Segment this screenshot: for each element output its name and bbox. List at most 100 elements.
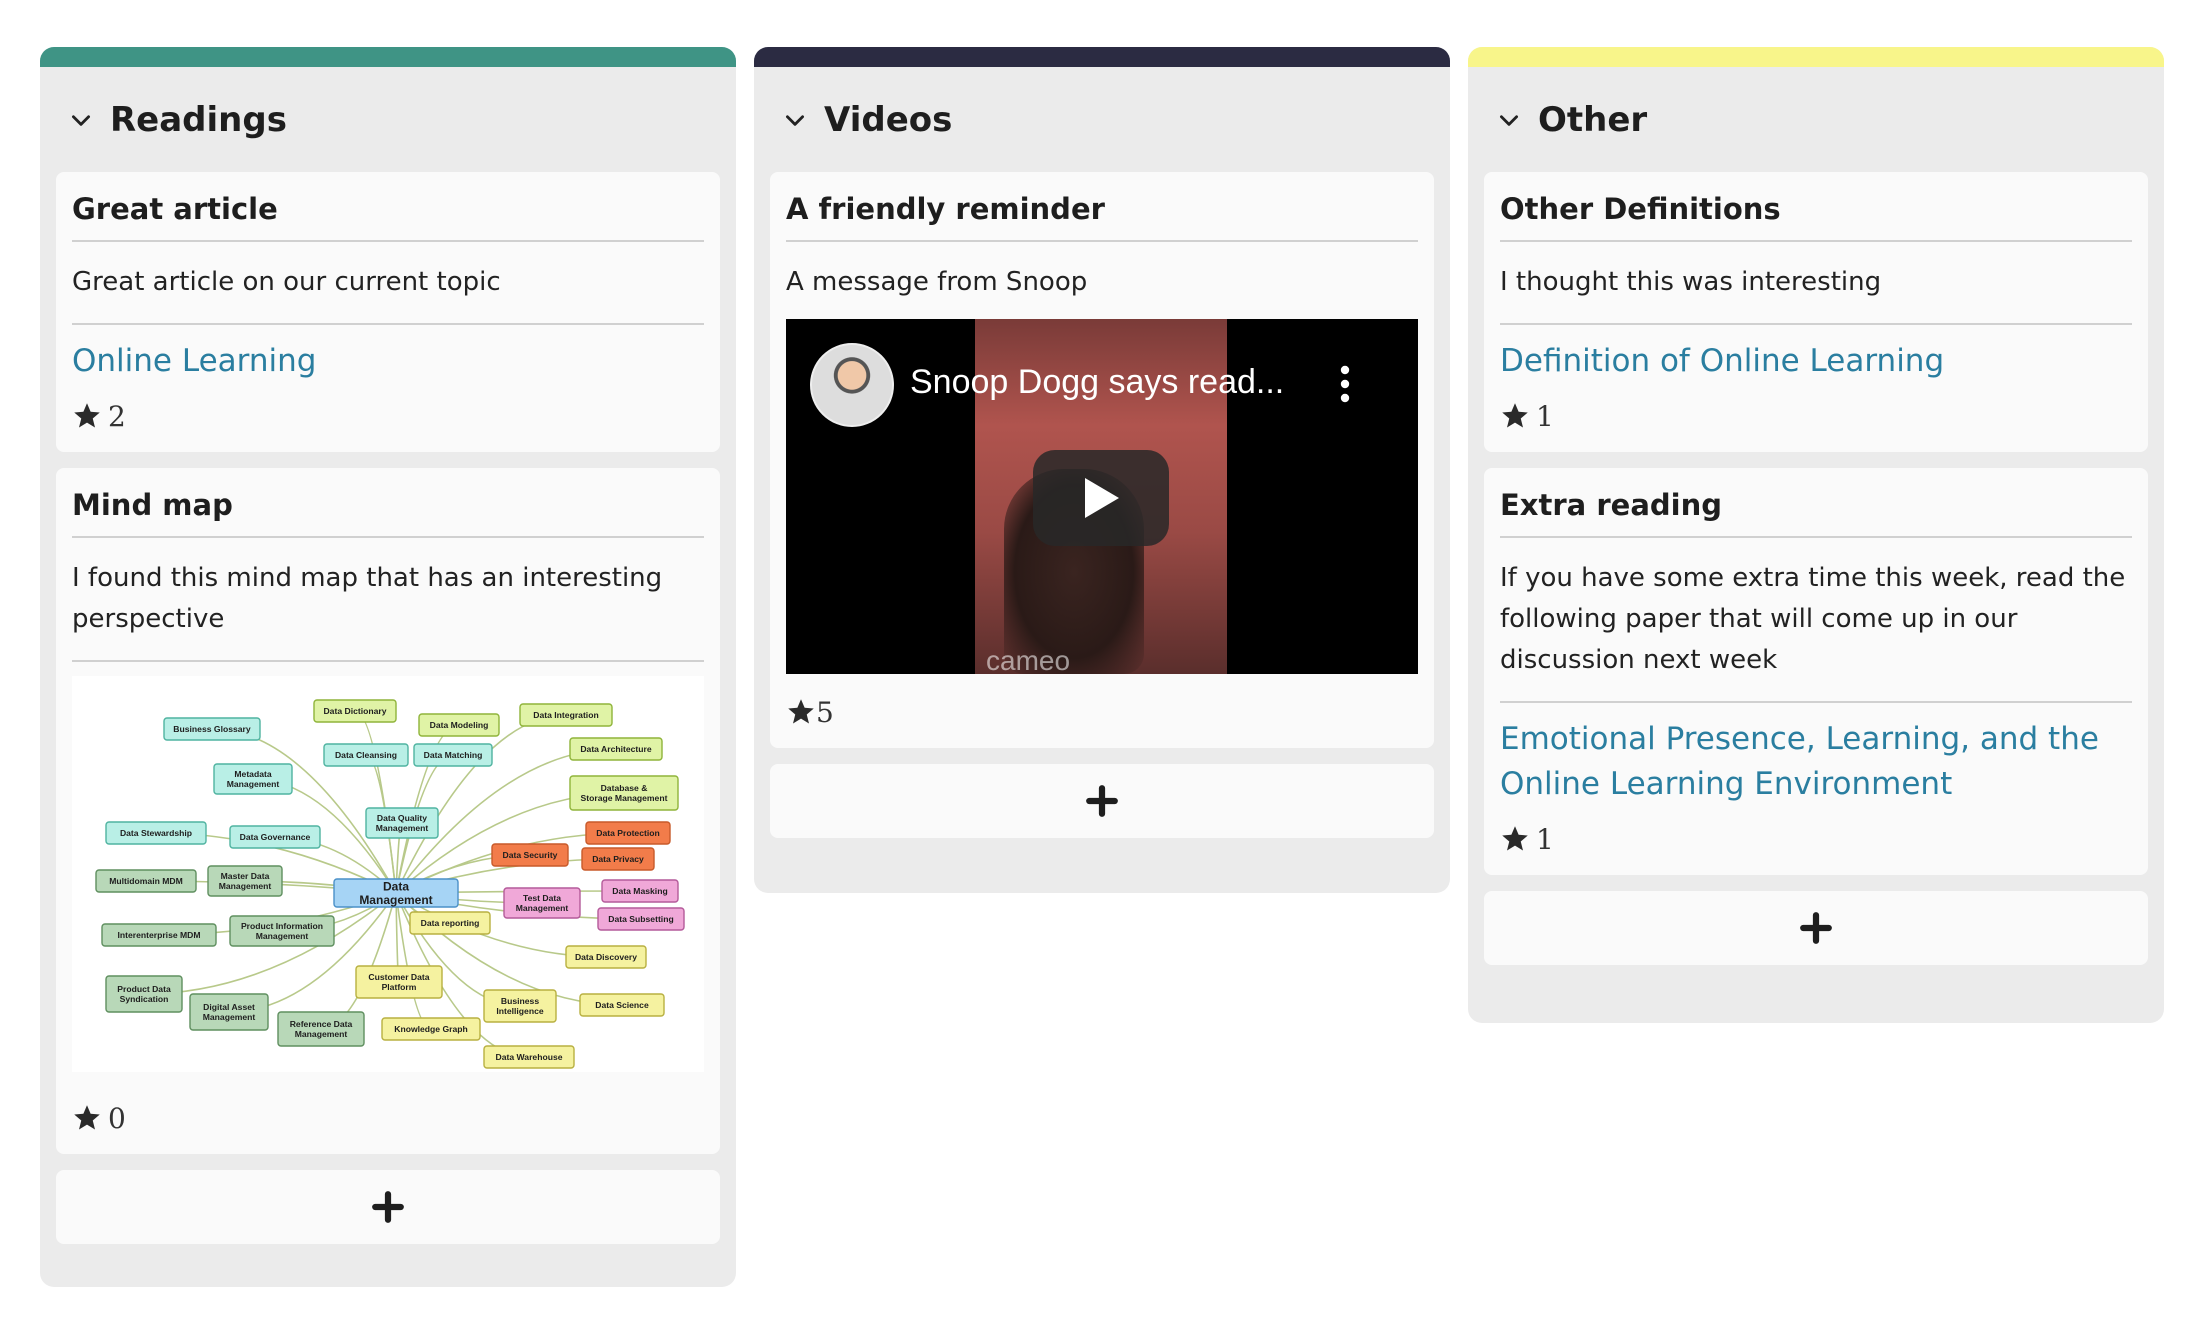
mind-map-node: Multidomain MDM [95,869,197,893]
add-post-button[interactable] [1484,891,2148,965]
svg-text:Data Warehouse: Data Warehouse [495,1052,562,1062]
video-title[interactable]: Snoop Dogg says read... [910,363,1284,402]
star-count: 2 [108,399,126,433]
mind-map-node: Data Stewardship [105,821,207,845]
mind-map-node: Data Governance [229,825,321,849]
post-card[interactable]: Great article Great article on our curre… [56,172,720,452]
star-rating[interactable]: 5 [786,674,1418,732]
svg-text:Product Data: Product Data [117,984,171,994]
column-header: Other [1468,67,2164,172]
star-rating[interactable]: 1 [1500,384,2132,436]
mind-map-image[interactable]: Business Glossary Data Dictionary Data Mod… [72,676,704,1072]
column-title: Other [1538,99,1648,140]
svg-text:Business Glossary: Business Glossary [173,724,251,734]
mind-map-node: Reference DataManagement [277,1011,365,1047]
svg-text:Digital Asset: Digital Asset [203,1002,255,1012]
svg-text:Data Dictionary: Data Dictionary [323,706,386,716]
add-post-button[interactable] [770,764,1434,838]
star-icon[interactable] [1500,401,1530,431]
column-color-bar [1468,47,2164,67]
svg-text:Product Information: Product Information [241,921,323,931]
star-icon[interactable] [72,1103,102,1133]
svg-text:Data Discovery: Data Discovery [575,952,637,962]
svg-text:Management: Management [219,881,272,891]
card-title: Other Definitions [1500,172,2132,242]
svg-text:Data Integration: Data Integration [533,710,598,720]
svg-text:Data Matching: Data Matching [424,750,483,760]
card-title: Great article [72,172,704,242]
svg-text:Data Quality: Data Quality [377,813,427,823]
star-icon[interactable] [72,401,102,431]
svg-text:Management: Management [376,823,429,833]
post-card[interactable]: A friendly reminder A message from Snoop… [770,172,1434,748]
chevron-down-icon[interactable] [1496,107,1522,133]
mind-map-center-node: DataManagement [333,878,459,908]
star-count: 5 [816,695,834,729]
svg-text:Multidomain MDM: Multidomain MDM [109,876,183,886]
chevron-down-icon[interactable] [782,107,808,133]
svg-text:Platform: Platform [382,982,417,992]
more-vertical-icon[interactable] [1340,365,1350,403]
svg-text:Data Governance: Data Governance [240,832,311,842]
svg-text:Data Science: Data Science [595,1000,649,1010]
star-icon[interactable] [1500,824,1530,854]
column-header: Videos [754,67,1450,172]
mind-map-node: BusinessIntelligence [483,989,557,1023]
column-color-bar [754,47,1450,67]
card-body: I found this mind map that has an intere… [72,538,704,662]
star-rating[interactable]: 1 [1500,807,2132,859]
svg-text:Data Architecture: Data Architecture [580,744,652,754]
mind-map-node: Data Subsetting [597,907,685,931]
svg-text:Reference Data: Reference Data [290,1019,353,1029]
mind-map-node: Data Dictionary [313,699,397,723]
svg-text:Data reporting: Data reporting [421,918,480,928]
mind-map-node: Data Matching [413,743,493,767]
svg-text:Data Privacy: Data Privacy [592,854,644,864]
channel-avatar[interactable] [810,343,894,427]
svg-text:Knowledge Graph: Knowledge Graph [394,1024,468,1034]
mind-map-node: MetadataManagement [213,763,293,795]
star-count: 1 [1536,399,1554,433]
chevron-down-icon[interactable] [68,107,94,133]
post-card[interactable]: Other Definitions I thought this was int… [1484,172,2148,452]
post-card[interactable]: Mind map I found this mind map that has … [56,468,720,1154]
card-body: If you have some extra time this week, r… [1500,538,2132,703]
mind-map-node: Data Security [491,843,569,867]
mind-map-node: Data Science [579,993,665,1017]
video-player[interactable]: cameo Snoop Dogg says read... [786,319,1418,674]
svg-text:Interenterprise MDM: Interenterprise MDM [117,930,200,940]
column-color-bar [40,47,736,67]
svg-text:Data Cleansing: Data Cleansing [335,750,397,760]
plus-icon [1799,911,1833,945]
column-title: Videos [824,99,953,140]
mind-map-node: Data Discovery [565,945,647,969]
card-body: Great article on our current topic [72,242,704,325]
svg-text:Management: Management [227,779,280,789]
svg-text:Master Data: Master Data [221,871,270,881]
mind-map-node: Test DataManagement [503,887,581,919]
mind-map-node: Digital AssetManagement [189,993,269,1031]
column-other: Other Other Definitions I thought this w… [1468,47,2164,1023]
mind-map-node: Data Cleansing [323,743,409,767]
svg-text:Data Stewardship: Data Stewardship [120,828,192,838]
svg-text:Metadata: Metadata [234,769,271,779]
svg-text:Data Modeling: Data Modeling [430,720,489,730]
card-link[interactable]: Definition of Online Learning [1500,325,2132,384]
column-header: Readings [40,67,736,172]
plus-icon [1085,784,1119,818]
card-link[interactable]: Emotional Presence, Learning, and the On… [1500,703,2132,807]
mind-map-node: Database &Storage Management [569,775,679,811]
star-rating[interactable]: 0 [72,1086,704,1138]
svg-text:Syndication: Syndication [120,994,169,1004]
star-icon[interactable] [786,697,816,727]
svg-text:Management: Management [359,893,432,907]
post-card[interactable]: Extra reading If you have some extra tim… [1484,468,2148,875]
mind-map-node: Data QualityManagement [365,807,439,839]
card-link[interactable]: Online Learning [72,325,704,384]
play-button[interactable] [1033,450,1169,546]
add-post-button[interactable] [56,1170,720,1244]
mind-map-node: Product DataSyndication [105,975,183,1013]
column-videos: Videos A friendly reminder A message fro… [754,47,1450,893]
star-rating[interactable]: 2 [72,384,704,436]
svg-text:Management: Management [256,931,309,941]
